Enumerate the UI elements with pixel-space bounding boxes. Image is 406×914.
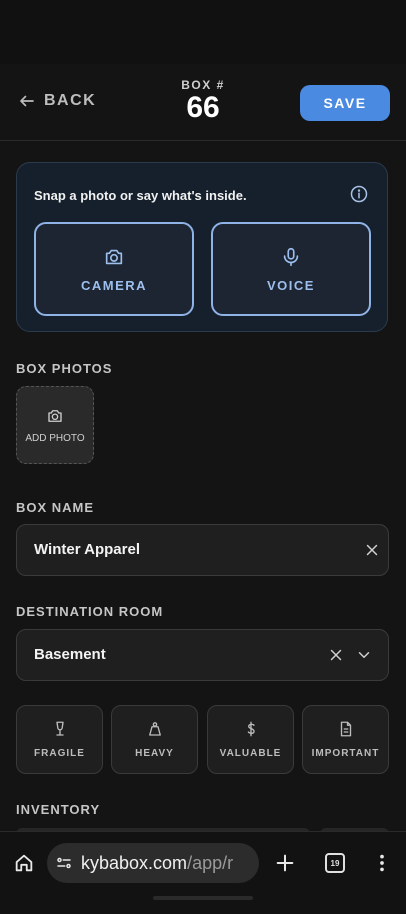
camera-icon	[48, 409, 62, 422]
url-path: /app/r	[187, 852, 234, 873]
new-tab-icon[interactable]	[274, 852, 296, 874]
dollar-icon	[247, 721, 255, 737]
tab-count: 19	[330, 858, 340, 868]
box-name-value: Winter Apparel	[34, 541, 140, 558]
clear-icon[interactable]	[363, 541, 381, 559]
box-number-label: BOX #	[181, 78, 225, 92]
gesture-bar	[153, 896, 253, 900]
document-icon	[340, 721, 351, 737]
clear-icon[interactable]	[327, 646, 345, 664]
tag-heavy-label: HEAVY	[135, 748, 174, 759]
tag-fragile-label: FRAGILE	[34, 748, 85, 759]
back-label: BACK	[44, 92, 97, 109]
camera-label: CAMERA	[80, 277, 148, 293]
microphone-icon	[283, 247, 299, 266]
add-photo-button[interactable]: ADD PHOTO	[16, 386, 94, 464]
add-photo-label: ADD PHOTO	[25, 432, 85, 444]
url-text: kybabox.com/app/r	[81, 853, 233, 874]
camera-button[interactable]: CAMERA	[34, 222, 194, 316]
back-button[interactable]: BACK	[18, 92, 96, 110]
url-domain: kybabox.com	[81, 852, 188, 873]
save-button[interactable]: SAVE	[300, 85, 390, 121]
box-photos-heading: BOX PHOTOS	[16, 361, 113, 376]
tag-heavy[interactable]: HEAVY	[111, 705, 198, 774]
destination-room-value: Basement	[34, 646, 106, 663]
address-bar[interactable]: kybabox.com/app/r	[47, 843, 259, 883]
box-name-heading: BOX NAME	[16, 500, 95, 515]
info-icon[interactable]	[350, 185, 368, 203]
weight-icon	[148, 722, 161, 736]
voice-label: VOICE	[267, 277, 315, 293]
arrow-left-icon	[20, 95, 34, 107]
site-settings-icon[interactable]	[55, 854, 73, 872]
capture-panel: Snap a photo or say what's inside. CAMER…	[16, 162, 388, 332]
inventory-heading: INVENTORY	[16, 802, 101, 817]
more-menu-icon[interactable]	[371, 852, 393, 874]
box-number: BOX # 66	[163, 78, 243, 123]
box-number-value: 66	[186, 91, 220, 124]
header: BACK BOX # 66 SAVE	[0, 64, 406, 141]
tag-valuable-label: VALUABLE	[219, 748, 282, 759]
tag-important-label: IMPORTANT	[311, 748, 380, 759]
status-bar	[0, 0, 406, 64]
box-name-field[interactable]: Winter Apparel	[16, 524, 389, 576]
destination-room-heading: DESTINATION ROOM	[16, 604, 164, 619]
tag-fragile[interactable]: FRAGILE	[16, 705, 103, 774]
home-icon[interactable]	[13, 852, 35, 874]
chevron-down-icon[interactable]	[355, 646, 373, 664]
voice-button[interactable]: VOICE	[211, 222, 371, 316]
browser-toolbar: kybabox.com/app/r 19	[0, 831, 406, 914]
wine-glass-icon	[55, 721, 64, 736]
capture-hint: Snap a photo or say what's inside.	[34, 188, 247, 203]
tag-important[interactable]: IMPORTANT	[302, 705, 389, 774]
tab-switcher-button[interactable]: 19	[325, 853, 345, 873]
camera-icon	[105, 249, 123, 264]
tag-valuable[interactable]: VALUABLE	[207, 705, 294, 774]
destination-room-select[interactable]: Basement	[16, 629, 389, 681]
